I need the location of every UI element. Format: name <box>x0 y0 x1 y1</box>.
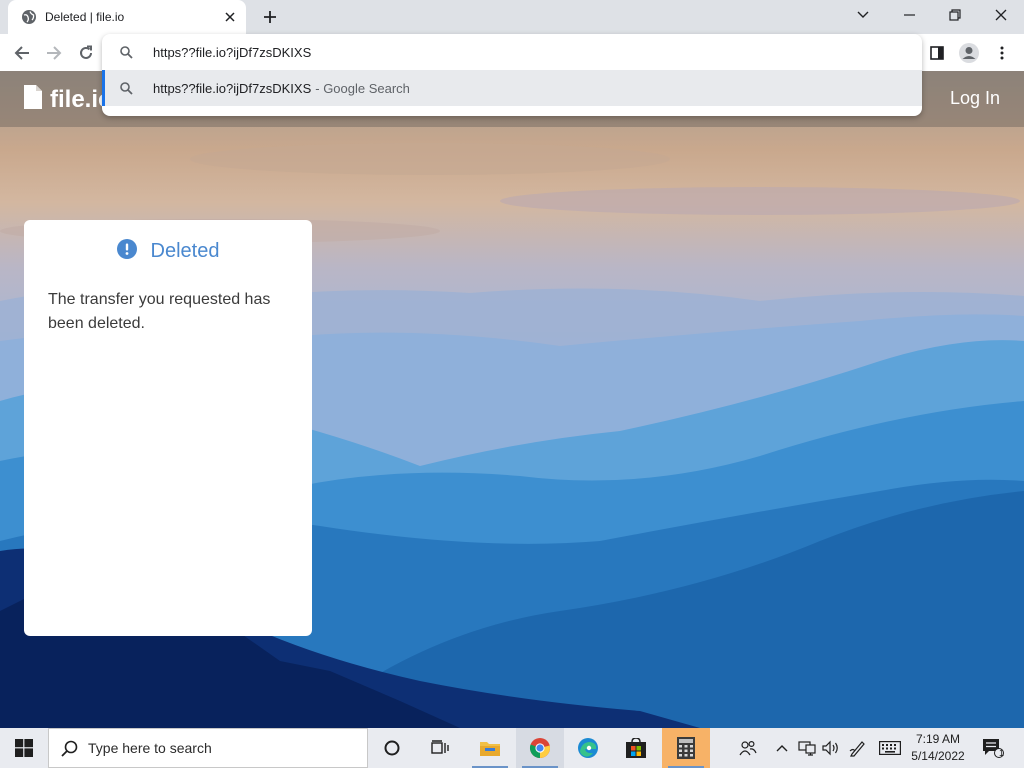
people-icon <box>739 740 757 756</box>
address-bar[interactable] <box>102 34 922 70</box>
edge-taskbar-button[interactable] <box>564 728 612 768</box>
chevron-up-icon[interactable] <box>772 728 792 768</box>
suggestion-source: - Google Search <box>315 80 410 96</box>
cortana-button[interactable] <box>368 728 416 768</box>
start-button[interactable] <box>0 728 48 768</box>
search-icon <box>61 740 78 757</box>
touch-keyboard-icon[interactable] <box>876 728 904 768</box>
suggestion-text: https??file.io?ijDf7zsDKIXS <box>153 80 312 96</box>
menu-kebab-icon[interactable] <box>989 40 1015 66</box>
calculator-icon <box>677 737 695 759</box>
cortana-circle-icon <box>384 740 400 756</box>
taskbar-clock[interactable]: 7:19 AM 5/14/2022 <box>905 731 971 765</box>
clock-date: 5/14/2022 <box>911 749 965 763</box>
restore-button[interactable] <box>932 0 978 30</box>
browser-tab[interactable]: Deleted | file.io <box>8 0 246 34</box>
search-icon <box>118 80 134 96</box>
notification-badge: 1 <box>999 748 1005 758</box>
omnibox-dropdown: https??file.io?ijDf7zsDKIXS - Google Sea… <box>102 34 922 116</box>
side-panel-icon[interactable] <box>924 40 950 66</box>
pen-workspace-icon[interactable] <box>846 728 870 768</box>
chrome-icon <box>529 738 551 759</box>
card-title: Deleted <box>150 240 220 262</box>
address-input[interactable] <box>153 44 853 60</box>
taskbar-search-box[interactable]: Type here to search <box>48 728 368 768</box>
card-message: The transfer you requested has been dele… <box>48 291 271 332</box>
login-link[interactable]: Log In <box>950 88 1000 109</box>
forward-button[interactable] <box>41 40 67 66</box>
omnibox-suggestion[interactable]: https??file.io?ijDf7zsDKIXS - Google Sea… <box>102 70 922 106</box>
taskbar: Type here to search 7:19 AM 5/14/2022 1 <box>0 728 1024 768</box>
globe-icon <box>21 9 37 25</box>
file-explorer-button[interactable] <box>466 728 514 768</box>
edge-icon <box>578 738 598 758</box>
info-exclamation-icon <box>116 239 137 264</box>
taskbar-search-placeholder: Type here to search <box>88 740 212 756</box>
close-window-button[interactable] <box>978 0 1024 30</box>
clock-time: 7:19 AM <box>915 732 961 746</box>
site-logo[interactable]: file.io <box>24 85 113 114</box>
search-icon <box>118 44 134 60</box>
notification-center-button[interactable]: 1 <box>978 728 1008 768</box>
task-view-icon <box>431 740 449 754</box>
store-bag-icon <box>626 738 646 758</box>
browser-tab-strip: Deleted | file.io <box>0 0 1024 34</box>
tab-search-icon[interactable] <box>840 0 886 30</box>
store-taskbar-button[interactable] <box>612 728 660 768</box>
back-button[interactable] <box>9 40 35 66</box>
status-card: Deleted The transfer you requested has b… <box>24 220 312 636</box>
task-view-button[interactable] <box>416 728 464 768</box>
chrome-taskbar-button[interactable] <box>516 728 564 768</box>
card-header: Deleted <box>24 239 312 264</box>
new-tab-button[interactable] <box>258 5 282 29</box>
web-page: file.io Log In Deleted The transfer you … <box>0 71 1024 728</box>
reload-button[interactable] <box>73 40 99 66</box>
windows-icon <box>15 739 33 757</box>
folder-icon <box>480 742 500 756</box>
network-icon[interactable] <box>795 728 819 768</box>
volume-icon[interactable] <box>819 728 843 768</box>
calculator-taskbar-button[interactable] <box>662 728 710 768</box>
people-button[interactable] <box>732 728 764 768</box>
profile-avatar-icon[interactable] <box>956 40 982 66</box>
close-tab-icon[interactable] <box>222 9 238 25</box>
file-icon <box>24 85 42 114</box>
minimize-button[interactable] <box>886 0 932 30</box>
tab-title: Deleted | file.io <box>45 10 125 24</box>
